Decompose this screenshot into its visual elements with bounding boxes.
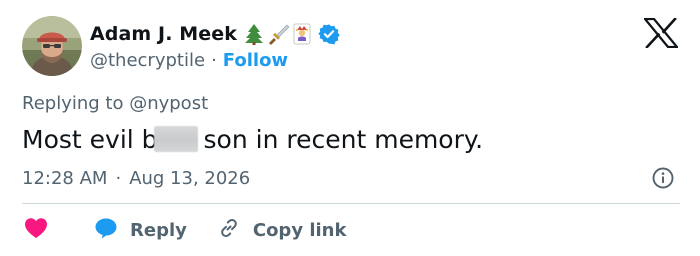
divider [22, 203, 680, 204]
heart-icon [24, 217, 48, 243]
embedded-tweet-card: Adam J. Meek @thecryptile · Follow Reply… [0, 0, 700, 256]
tweet-timestamp[interactable]: 12:28 AM · Aug 13, 2026 [22, 166, 250, 190]
speech-bubble-icon [94, 216, 118, 244]
copy-link-button[interactable]: Copy link [217, 216, 347, 244]
author-avatar[interactable] [22, 16, 82, 76]
tweet-actions: Reply Copy link [24, 216, 346, 244]
name-emoji-group [244, 23, 312, 45]
author-handle[interactable]: @thecryptile [90, 50, 205, 71]
author-name-row: Adam J. Meek [90, 22, 340, 46]
handle-separator: · [211, 49, 217, 71]
tweet-text: Most evil b son in recent memory. [22, 122, 483, 156]
x-logo-icon[interactable] [642, 17, 680, 49]
reply-button[interactable]: Reply [94, 216, 187, 244]
joker-card-emoji-icon [292, 23, 312, 45]
follow-button[interactable]: Follow [223, 50, 288, 71]
dagger-emoji-icon [267, 23, 289, 45]
timestamp-separator: · [115, 167, 122, 189]
tree-emoji-icon [244, 23, 264, 45]
info-icon[interactable] [651, 166, 675, 190]
like-button[interactable] [24, 217, 48, 243]
copy-link-label: Copy link [252, 219, 347, 241]
verified-badge-icon [318, 23, 340, 45]
link-icon [217, 216, 241, 244]
tweet-time: 12:28 AM [22, 167, 108, 189]
reply-label: Reply [130, 219, 187, 241]
author-handle-row: @thecryptile · Follow [90, 48, 288, 72]
tweet-text-after: son in recent memory. [203, 124, 484, 154]
author-display-name[interactable]: Adam J. Meek [90, 23, 237, 45]
avatar-image [22, 16, 82, 76]
censored-text-blur [153, 126, 198, 152]
replying-to-text[interactable]: Replying to @nypost [22, 93, 208, 114]
tweet-text-before: Most evil b [22, 124, 158, 154]
tweet-date: Aug 13, 2026 [129, 167, 251, 189]
